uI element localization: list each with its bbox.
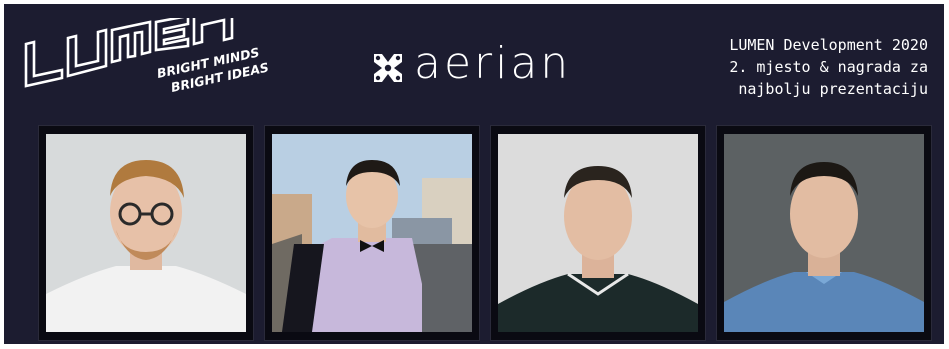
award-line-1: LUMEN Development 2020 <box>729 36 928 54</box>
drone-icon <box>374 54 402 82</box>
award-text: LUMEN Development 2020 2. mjesto & nagra… <box>608 34 928 100</box>
person-portrait-icon <box>272 134 472 332</box>
team-photo-2 <box>264 125 480 341</box>
award-line-3: najbolju prezentaciju <box>738 80 928 98</box>
sponsor-name: aerian <box>414 38 572 89</box>
lumen-wordmark-icon: BRIGHT MINDS BRIGHT IDEAS <box>24 6 270 95</box>
team-photo-4 <box>716 125 932 341</box>
award-line-2: 2. mjesto & nagrada za <box>729 58 928 76</box>
team-photo-1 <box>38 125 254 341</box>
team-photo-3 <box>490 125 706 341</box>
person-portrait-icon <box>498 134 698 332</box>
award-banner: BRIGHT MINDS BRIGHT IDEAS aerian LUMEN D… <box>4 4 944 344</box>
lumen-logo: BRIGHT MINDS BRIGHT IDEAS <box>20 6 270 104</box>
person-portrait-icon <box>46 134 246 332</box>
sponsor-logo: aerian <box>370 38 590 90</box>
person-portrait-icon <box>724 134 924 332</box>
